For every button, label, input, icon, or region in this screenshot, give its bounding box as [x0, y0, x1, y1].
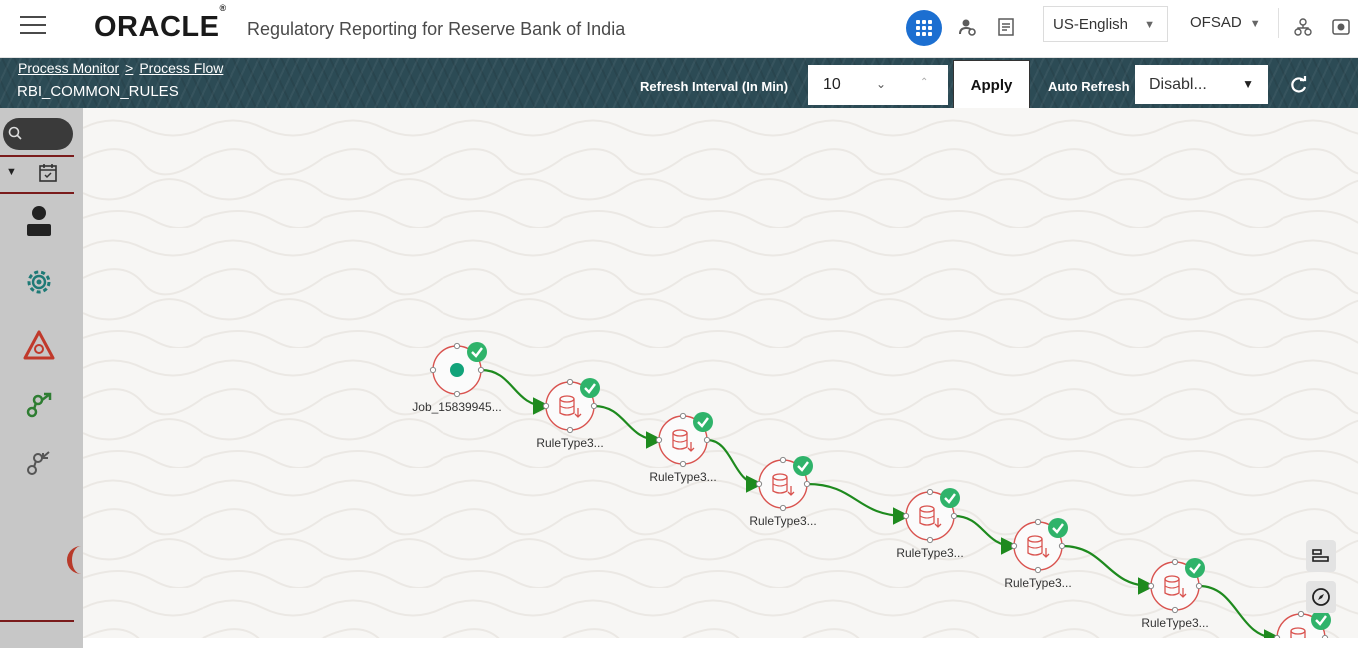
chevron-down-icon[interactable]: ⌄: [876, 77, 886, 91]
app-title: Regulatory Reporting for Reserve Bank of…: [247, 19, 626, 39]
calendar-icon[interactable]: [38, 163, 58, 188]
sidebar-search[interactable]: [3, 118, 73, 150]
success-check-icon: [1048, 518, 1068, 538]
chevron-down-icon: ▼: [1144, 19, 1155, 31]
breadcrumb-process-flow[interactable]: Process Flow: [139, 60, 223, 76]
start-dot-icon: [450, 363, 464, 377]
warning-icon[interactable]: [20, 326, 58, 364]
success-check-icon: [580, 378, 600, 398]
collapse-flow-icon[interactable]: [20, 444, 58, 482]
compass-icon[interactable]: [1306, 581, 1336, 613]
flow-node-label: RuleType3...: [536, 436, 603, 450]
app-header: ORACLE® Regulatory Reporting for Reserve…: [0, 0, 1358, 58]
breadcrumb-process-monitor[interactable]: Process Monitor: [18, 60, 119, 76]
success-check-icon: [1185, 558, 1205, 578]
chevron-up-icon[interactable]: ⌃: [920, 77, 928, 88]
success-check-icon: [467, 342, 487, 362]
layout-icon[interactable]: [1306, 540, 1336, 572]
left-sidebar: ▼: [0, 108, 83, 648]
success-check-icon: [793, 456, 813, 476]
search-icon: [8, 126, 22, 140]
flow-graph: Job_15839945... RuleType3... RuleType3... R…: [83, 108, 1358, 638]
process-flow-canvas[interactable]: Job_15839945... RuleType3... RuleType3... R…: [83, 108, 1358, 638]
auto-refresh-select[interactable]: Disabl... ▼: [1135, 65, 1268, 104]
flow-node-label: RuleType3...: [649, 470, 716, 484]
sidebar-divider: [0, 620, 74, 622]
sidebar-divider: [0, 155, 74, 157]
gear-icon[interactable]: [20, 263, 58, 301]
user-settings-icon[interactable]: [955, 14, 981, 40]
hierarchy-icon[interactable]: [1290, 14, 1316, 40]
success-check-icon: [940, 488, 960, 508]
sidebar-divider: [0, 192, 74, 194]
success-check-icon: [693, 412, 713, 432]
hamburger-menu-icon[interactable]: [20, 16, 46, 38]
refresh-interval-label: Refresh Interval (In Min): [640, 79, 789, 94]
refresh-icon[interactable]: [1289, 75, 1309, 95]
header-divider: [1278, 8, 1279, 38]
screen-capture-icon[interactable]: [1328, 14, 1354, 40]
flow-node-label: RuleType3...: [896, 546, 963, 560]
refresh-interval-value: 10: [823, 76, 841, 93]
page-title: RBI_COMMON_RULES: [17, 83, 179, 100]
status-strip: [83, 638, 1358, 648]
apply-button[interactable]: Apply: [953, 60, 1030, 110]
flow-node-label: RuleType3...: [1004, 576, 1071, 590]
oracle-logo: ORACLE®: [94, 3, 227, 43]
chevron-down-icon: ▼: [1249, 18, 1261, 30]
user-icon[interactable]: [20, 202, 58, 240]
success-check-icon: [1311, 610, 1331, 630]
chevron-down-icon: ▼: [1242, 77, 1254, 91]
auto-refresh-value: Disabl...: [1149, 75, 1207, 93]
page-banner: Process Monitor > Process Flow RBI_COMMON_…: [0, 58, 1358, 110]
expand-flow-icon[interactable]: [20, 386, 58, 424]
auto-refresh-label: Auto Refresh: [1048, 79, 1130, 94]
user-name: OFSAD: [1190, 14, 1242, 31]
breadcrumb-separator: >: [125, 60, 134, 76]
user-menu[interactable]: OFSAD ▼: [1190, 14, 1261, 31]
flow-node-label: Job_15839945...: [412, 400, 501, 414]
language-value: US-English: [1053, 15, 1129, 33]
app-grid-icon[interactable]: [906, 10, 942, 46]
collapse-toggle-icon[interactable]: ▼: [6, 166, 17, 178]
document-icon[interactable]: [993, 14, 1019, 40]
flow-node-label: RuleType3...: [749, 514, 816, 528]
sidebar-resize-handle[interactable]: [67, 546, 83, 574]
flow-node-label: RuleType3...: [1141, 616, 1208, 630]
refresh-interval-input[interactable]: 10 ⌄ ⌃: [808, 65, 948, 105]
language-select[interactable]: US-English ▼: [1043, 6, 1168, 42]
breadcrumb: Process Monitor > Process Flow: [18, 60, 223, 76]
